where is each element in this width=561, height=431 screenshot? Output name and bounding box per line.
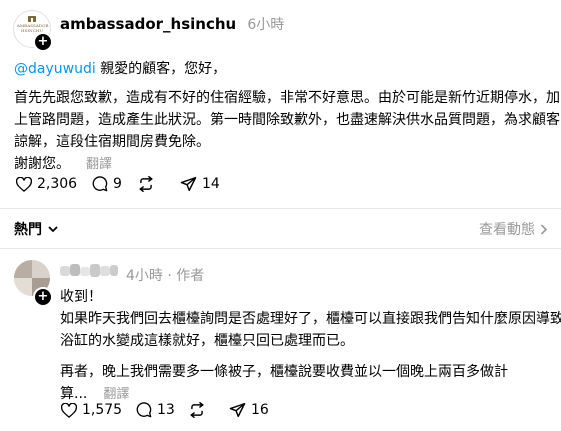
post-paragraph: 首先先跟您致歉，造成有不好的住宿經驗，非常不好意思。由於可能是新竹近期停水，加 … xyxy=(14,87,560,176)
share-button[interactable]: 16 xyxy=(229,402,269,418)
author-badge: 作者 xyxy=(176,268,205,284)
comment-button[interactable]: 13 xyxy=(136,402,175,418)
comment-icon xyxy=(136,402,152,418)
reply-line: 如果昨天我們回去櫃檯詢問是否處理好了，櫃檯可以直接跟我們告知什麼原因導致 xyxy=(60,311,561,327)
follow-plus-icon[interactable]: + xyxy=(33,287,53,307)
like-button[interactable]: 1,575 xyxy=(61,402,122,418)
post-line: 上管路問題，造成產生此狀況。第一時間除致歉外，也盡速解決供水品質問題，為求顧客 xyxy=(14,112,560,128)
like-count: 1,575 xyxy=(82,402,123,418)
repost-icon xyxy=(190,402,204,418)
username[interactable]: ambassador_hsinchu xyxy=(60,15,236,33)
post-time[interactable]: 6小時 xyxy=(247,17,284,33)
heart-icon xyxy=(61,402,77,418)
translate-link[interactable]: 翻譯 xyxy=(103,387,129,402)
send-icon xyxy=(229,402,246,418)
like-count: 2,306 xyxy=(37,176,78,192)
comment-button[interactable]: 9 xyxy=(92,176,122,192)
reply-text: 收到！ 如果昨天我們回去櫃檯詢問是否處理好了，櫃檯可以直接跟我們告知什麼原因導致… xyxy=(60,286,561,406)
sort-dropdown[interactable]: 熱門 xyxy=(14,219,58,239)
repost-button[interactable] xyxy=(137,176,160,192)
repost-button[interactable] xyxy=(188,402,211,418)
translate-link[interactable]: 翻譯 xyxy=(86,157,112,172)
greeting-line: @dayuwudi 親愛的顧客，您好， xyxy=(14,58,226,80)
post-line: 諒解，這段住宿期間房費免除。 xyxy=(14,134,210,150)
comment-count: 13 xyxy=(157,402,175,418)
reply-line: 收到！ xyxy=(60,289,102,305)
thanks-text: 謝謝您。 xyxy=(14,156,70,172)
send-icon xyxy=(180,176,197,192)
view-activity-link[interactable]: 查看動態 xyxy=(479,219,548,239)
reply-line: 浴缸的水變成這樣就好，櫃檯只回已處理而已。 xyxy=(60,333,354,349)
hotel-logo-icon xyxy=(28,16,36,22)
divider xyxy=(0,208,561,209)
reply-line: 算... xyxy=(60,386,88,402)
view-activity-label: 查看動態 xyxy=(479,222,535,238)
follow-plus-icon[interactable]: + xyxy=(33,32,53,52)
post-line: 首先先跟您致歉，造成有不好的住宿經驗，非常不好意思。由於可能是新竹近期停水，加 xyxy=(14,90,560,106)
chevron-right-icon xyxy=(540,223,548,235)
share-button[interactable]: 14 xyxy=(180,176,220,192)
reply-username-redacted[interactable] xyxy=(60,264,118,278)
reply-line: 再者，晚上我們需要多一條被子，櫃檯說要收費並以一個晚上兩百多做計 xyxy=(60,364,508,380)
share-count: 14 xyxy=(202,176,220,192)
like-button[interactable]: 2,306 xyxy=(16,176,77,192)
share-count: 16 xyxy=(251,402,269,418)
mention-link[interactable]: @dayuwudi xyxy=(14,61,96,77)
divider xyxy=(0,248,561,249)
reply-time[interactable]: 4小時 xyxy=(126,268,163,284)
greeting-text: 親愛的顧客，您好， xyxy=(95,61,227,77)
repost-icon xyxy=(139,176,153,192)
comment-count: 9 xyxy=(113,176,122,192)
heart-icon xyxy=(16,176,32,192)
chevron-down-icon xyxy=(48,225,58,232)
sort-label: 熱門 xyxy=(14,222,42,238)
comment-icon xyxy=(92,176,108,192)
